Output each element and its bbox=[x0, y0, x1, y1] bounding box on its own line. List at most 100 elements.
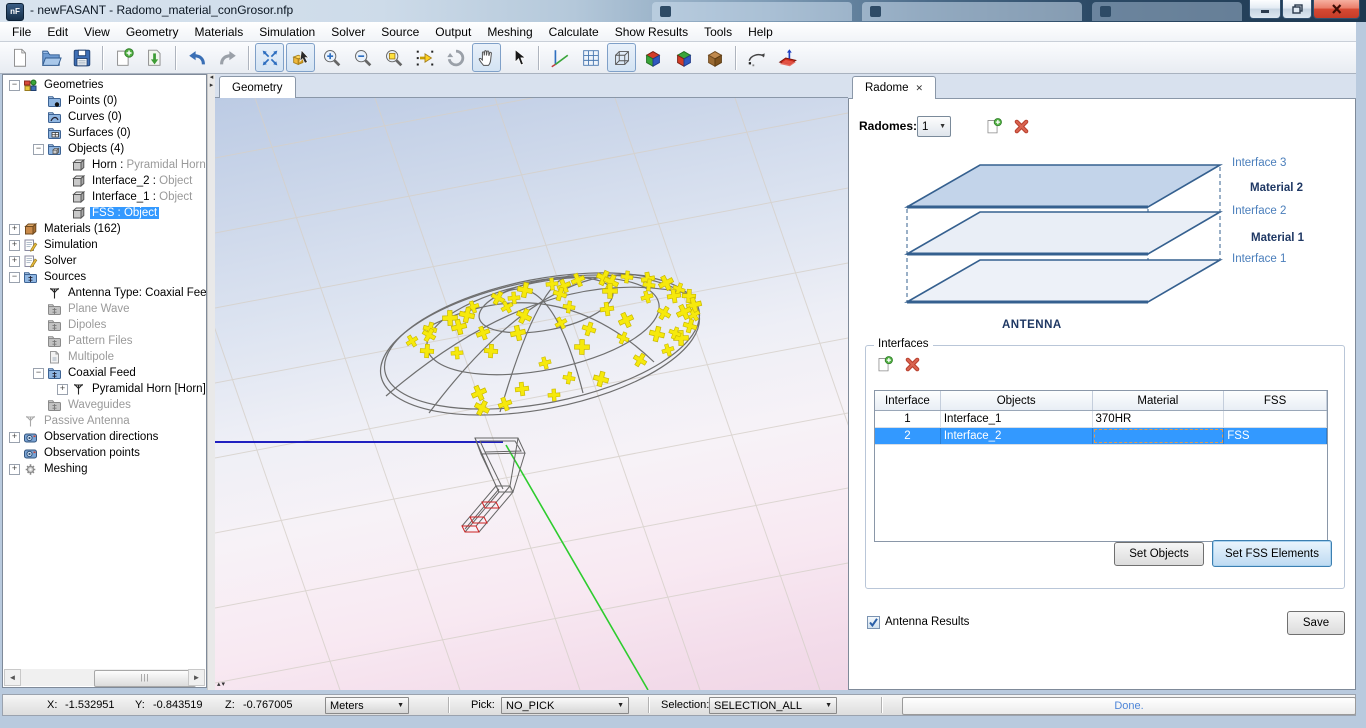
scroll-right-arrow[interactable]: ► bbox=[188, 669, 205, 686]
new-file-button[interactable] bbox=[5, 43, 34, 72]
rotate-arc-button[interactable] bbox=[742, 43, 771, 72]
expand-icon[interactable]: + bbox=[57, 384, 68, 395]
view-textured-button[interactable] bbox=[700, 43, 729, 72]
tree-item-objects-4[interactable]: −Objects (4) bbox=[3, 141, 206, 157]
pick-select[interactable]: NO_PICK▼ bbox=[501, 697, 629, 714]
zoom-out-button[interactable] bbox=[348, 43, 377, 72]
minimize-button[interactable] bbox=[1249, 0, 1281, 19]
panel-splitter[interactable]: ◂▸ bbox=[207, 74, 215, 690]
collapse-icon[interactable]: − bbox=[9, 80, 20, 91]
open-file-button[interactable] bbox=[36, 43, 65, 72]
tab-geometry[interactable]: Geometry bbox=[219, 76, 296, 99]
tree-item-horn[interactable]: Horn : Pyramidal Horn bbox=[3, 157, 206, 173]
table-cell[interactable] bbox=[1224, 411, 1327, 427]
expand-icon[interactable]: + bbox=[9, 224, 20, 235]
collapse-icon[interactable]: − bbox=[9, 272, 20, 283]
table-cell[interactable]: FSS bbox=[1224, 428, 1327, 444]
tree-item-interface-1[interactable]: Interface_1 : Object bbox=[3, 189, 206, 205]
table-cell[interactable]: 1 bbox=[875, 411, 941, 427]
tree-item-sources[interactable]: −Sources bbox=[3, 269, 206, 285]
tree-item-surfaces-0[interactable]: Surfaces (0) bbox=[3, 125, 206, 141]
menu-item-edit[interactable]: Edit bbox=[39, 23, 76, 41]
tree-item-simulation[interactable]: +Simulation bbox=[3, 237, 206, 253]
radome-number-select[interactable]: 1▼ bbox=[917, 116, 951, 137]
view-wireframe-button[interactable] bbox=[607, 43, 636, 72]
import-geometry-button[interactable] bbox=[140, 43, 169, 72]
tree-item-interface-2[interactable]: Interface_2 : Object bbox=[3, 173, 206, 189]
menu-item-geometry[interactable]: Geometry bbox=[118, 23, 187, 41]
view-solid-button[interactable] bbox=[638, 43, 667, 72]
viewport-canvas[interactable]: ▴▾ bbox=[215, 98, 848, 690]
view-solid-hidden-button[interactable] bbox=[669, 43, 698, 72]
tab-close-icon[interactable]: ✕ bbox=[915, 83, 923, 94]
table-cell[interactable] bbox=[1093, 428, 1225, 444]
menu-item-file[interactable]: File bbox=[4, 23, 39, 41]
antenna-results-checkbox[interactable] bbox=[867, 616, 880, 629]
undo-button[interactable] bbox=[182, 43, 211, 72]
menu-item-show-results[interactable]: Show Results bbox=[607, 23, 696, 41]
menu-item-solver[interactable]: Solver bbox=[323, 23, 373, 41]
tree-item-passive-antenna[interactable]: Passive Antenna bbox=[3, 413, 206, 429]
zoom-window-button[interactable] bbox=[379, 43, 408, 72]
set-objects-button[interactable]: Set Objects bbox=[1114, 542, 1204, 566]
table-cell[interactable]: Interface_2 bbox=[941, 428, 1093, 444]
fit-view-button[interactable] bbox=[255, 43, 284, 72]
select-cursor-button[interactable] bbox=[503, 43, 532, 72]
tree-item-meshing[interactable]: +Meshing bbox=[3, 461, 206, 477]
tree-horizontal-scrollbar[interactable]: ◄ ||| ► bbox=[4, 669, 205, 686]
tree-item-curves-0[interactable]: Curves (0) bbox=[3, 109, 206, 125]
tab-radome[interactable]: Radome ✕ bbox=[852, 76, 936, 99]
expand-icon[interactable]: + bbox=[9, 256, 20, 267]
add-radome-button[interactable] bbox=[983, 116, 1003, 136]
menu-item-source[interactable]: Source bbox=[373, 23, 427, 41]
restore-button[interactable] bbox=[1282, 0, 1312, 19]
tree-item-solver[interactable]: +Solver bbox=[3, 253, 206, 269]
redo-button[interactable] bbox=[213, 43, 242, 72]
tree-item-geometries[interactable]: −Geometries bbox=[3, 77, 206, 93]
add-interface-button[interactable] bbox=[874, 354, 894, 374]
collapse-icon[interactable]: − bbox=[33, 144, 44, 155]
delete-interface-button[interactable] bbox=[902, 354, 922, 374]
table-cell[interactable]: Interface_1 bbox=[941, 411, 1093, 427]
expand-icon[interactable]: + bbox=[9, 432, 20, 443]
expand-icon[interactable]: + bbox=[9, 464, 20, 475]
tree-item-observation-directions[interactable]: +Observation directions bbox=[3, 429, 206, 445]
tree-item-fss-object[interactable]: FSS : Object bbox=[3, 205, 206, 221]
tree-item-materials-162[interactable]: +Materials (162) bbox=[3, 221, 206, 237]
tree-item-dipoles[interactable]: Dipoles bbox=[3, 317, 206, 333]
step-axes-button[interactable] bbox=[410, 43, 439, 72]
tree-item-pattern-files[interactable]: Pattern Files bbox=[3, 333, 206, 349]
table-cell[interactable]: 2 bbox=[875, 428, 941, 444]
menu-item-help[interactable]: Help bbox=[740, 23, 781, 41]
table-row[interactable]: 1Interface_1370HR bbox=[875, 411, 1327, 428]
menu-item-meshing[interactable]: Meshing bbox=[479, 23, 540, 41]
tree-item-plane-wave[interactable]: Plane Wave bbox=[3, 301, 206, 317]
tree-item-observation-points[interactable]: Observation points bbox=[3, 445, 206, 461]
menu-item-view[interactable]: View bbox=[76, 23, 118, 41]
menu-item-simulation[interactable]: Simulation bbox=[251, 23, 323, 41]
pick-rotate-button[interactable] bbox=[286, 43, 315, 72]
tree-item-multipole[interactable]: Multipole bbox=[3, 349, 206, 365]
tree-item-points-0[interactable]: Points (0) bbox=[3, 93, 206, 109]
rotate-view-button[interactable] bbox=[441, 43, 470, 72]
selection-select[interactable]: SELECTION_ALL▼ bbox=[709, 697, 837, 714]
zoom-in-button[interactable] bbox=[317, 43, 346, 72]
save-file-button[interactable] bbox=[67, 43, 96, 72]
menu-item-output[interactable]: Output bbox=[427, 23, 479, 41]
new-geometry-button[interactable] bbox=[109, 43, 138, 72]
tree-item-coaxial-feed[interactable]: −Coaxial Feed bbox=[3, 365, 206, 381]
save-button[interactable]: Save bbox=[1287, 611, 1345, 635]
tree-item-antenna-type-coaxial-feed[interactable]: Antenna Type: Coaxial Feed bbox=[3, 285, 206, 301]
close-button[interactable] bbox=[1313, 0, 1360, 19]
tree-item-pyramidal-horn-horn[interactable]: +Pyramidal Horn [Horn] bbox=[3, 381, 206, 397]
axes-button[interactable] bbox=[545, 43, 574, 72]
far-field-button[interactable] bbox=[773, 43, 802, 72]
viewport-corner-handle[interactable]: ▴▾ bbox=[217, 680, 226, 688]
table-cell[interactable]: 370HR bbox=[1093, 411, 1225, 427]
tree-item-waveguides[interactable]: Waveguides bbox=[3, 397, 206, 413]
menu-item-tools[interactable]: Tools bbox=[696, 23, 740, 41]
scrollbar-thumb[interactable]: ||| bbox=[94, 670, 196, 687]
set-fss-elements-button[interactable]: Set FSS Elements bbox=[1212, 540, 1332, 567]
menu-item-calculate[interactable]: Calculate bbox=[541, 23, 607, 41]
collapse-icon[interactable]: − bbox=[33, 368, 44, 379]
